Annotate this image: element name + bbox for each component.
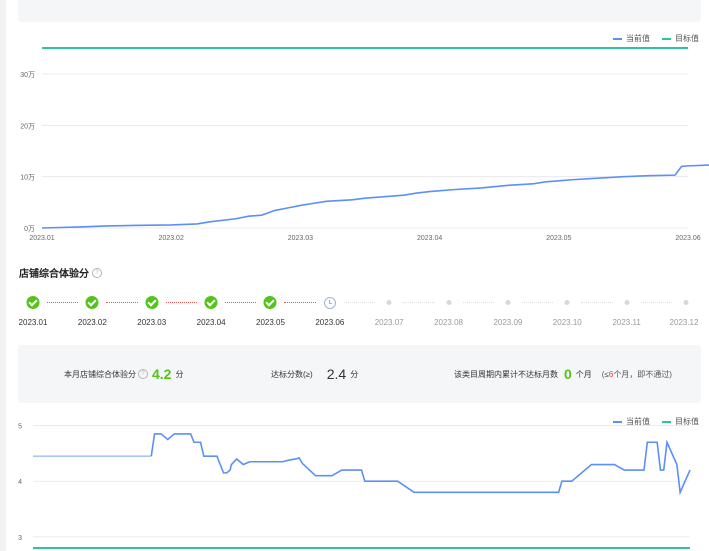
y-tick-label: 3 [18,535,22,542]
monthly-score-value: 4.2 [152,366,172,382]
check-circle-icon [145,296,159,309]
timeline-connector [521,302,554,303]
y-tick-label: 5 [18,424,22,431]
check-circle-icon [85,296,99,309]
timeline-connector [403,302,435,303]
threshold-score: 达标分数(≥) 2.4 分 [271,345,358,403]
timeline-connector [225,302,257,303]
threshold-label: 达标分数(≥) [271,369,313,379]
question-circle-icon[interactable]: ? [138,369,148,379]
score-title-text: 店铺综合体验分 [19,269,89,280]
y-tick-label: 30万 [20,71,35,79]
monthly-score: 本月店铺综合体验分 ? 4.2 分 [64,345,183,403]
timeline-month-label: 2023.03 [137,318,167,327]
timeline-connector [640,302,672,303]
timeline-connector [165,302,198,303]
timeline-connector [343,302,376,303]
fail-months-note: (≤6个月，即不通过) [602,369,672,380]
timeline-month-label: 2023.12 [669,318,699,327]
timeline-month-label: 2023.06 [315,318,345,327]
monthly-score-timeline: 2023.01 2023.02 2023.03 2023.04 2023.05 2023.… [0,292,709,332]
dot-icon [446,300,452,305]
threshold-unit: 分 [350,369,359,379]
x-tick-label: 2023.06 [675,235,700,242]
x-tick-label: 2023.04 [417,235,442,242]
timeline-month-label: 2023.08 [434,318,463,327]
fail-months-value: 0 [564,366,572,382]
check-circle-icon [26,296,40,309]
check-circle-icon [263,296,277,309]
timeline-connector [284,302,316,303]
y-tick-label: 4 [18,479,22,486]
x-tick-label: 2023.05 [546,235,571,242]
fail-months: 该类目周期内累计不达标月数 0 个月 (≤6个月，即不通过) [454,345,672,403]
timeline-month-label: 2023.11 [612,318,641,327]
dot-icon [505,300,511,305]
score-trend-chart: 3 4 5 [18,424,691,549]
question-circle-icon[interactable]: ? [92,267,102,278]
fail-months-label: 该类目周期内累计不达标月数 [454,369,558,379]
x-tick-label: 2023.02 [159,235,184,242]
note-prefix: (≤ [601,369,609,379]
check-circle-icon [204,296,218,309]
x-tick-label: 2023.03 [288,235,313,242]
timeline-month-label: 2023.07 [374,318,404,327]
dot-icon [386,300,392,305]
monthly-score-unit: 分 [175,369,184,379]
timeline-month-label: 2023.10 [552,318,582,327]
x-tick-label: 2023.01 [29,235,54,242]
timeline-month-label: 2023.02 [77,318,107,327]
series-current-line [41,164,709,229]
dot-icon [564,300,570,305]
timeline-connector [462,302,494,303]
timeline-connector [581,302,613,303]
visitor-trend-chart: 0万 10万 20万 30万 2023.01 2023.02 2023.03 2023.04 2… [20,47,709,242]
timeline-month-label: 2023.09 [493,318,523,327]
dot-icon [624,300,630,305]
y-tick-label: 10万 [20,174,35,182]
timeline-connector [47,302,79,303]
monthly-score-label: 本月店铺综合体验分 [64,369,136,379]
threshold-value: 2.4 [326,366,347,382]
clock-icon [323,297,336,309]
timeline-month-label: 2023.01 [18,318,48,327]
timeline-month-label: 2023.05 [255,318,285,327]
timeline-month-label: 2023.04 [196,318,226,327]
timeline-connector [106,302,138,303]
series-current-line [150,433,691,496]
score-summary-panel: 本月店铺综合体验分 ? 4.2 分 达标分数(≥) 2.4 分 该类目周期内累计… [18,345,701,403]
fail-months-unit: 个月 [575,369,592,379]
dot-icon [683,300,689,305]
y-tick-label: 20万 [20,122,35,130]
y-tick-label: 0万 [24,225,35,233]
score-section-title: 店铺综合体验分 ? [19,265,102,280]
note-suffix: 个月，即不通过) [613,369,672,379]
